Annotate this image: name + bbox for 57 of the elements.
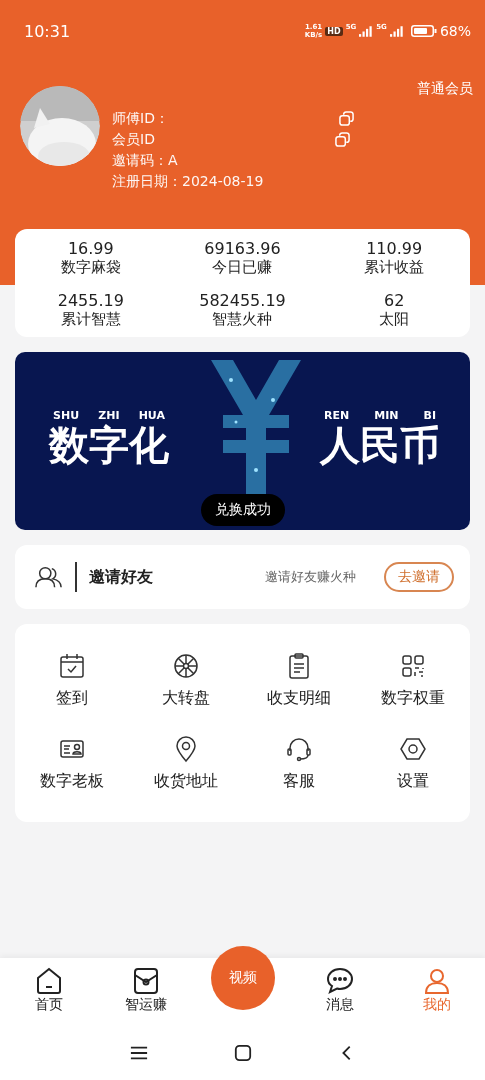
wheel-icon[interactable]: [171, 652, 200, 680]
profile-field: 邀请码：A: [112, 151, 178, 170]
copy-icon[interactable]: [334, 132, 350, 147]
invite-button[interactable]: 去邀请: [384, 562, 454, 592]
toast: 兑换成功: [200, 494, 285, 526]
home-button-icon[interactable]: [233, 1044, 252, 1062]
menu-label[interactable]: 数字老板: [39, 771, 104, 792]
menu-label[interactable]: 收货地址: [153, 771, 218, 792]
stat-label: 数字麻袋: [60, 258, 121, 277]
banner-title: 数字化: [49, 421, 169, 468]
invite-hint: 邀请好友赚火种: [265, 568, 356, 586]
profile-field: 注册日期：2024-08-19: [112, 172, 264, 191]
signal-icon: [389, 25, 404, 37]
stat-label: 今日已赚: [212, 258, 273, 277]
status-time: 10:31: [24, 21, 71, 41]
menu-label[interactable]: 收支明细: [267, 688, 332, 709]
hd-badge: HD: [325, 26, 343, 36]
chat-icon[interactable]: [324, 966, 355, 996]
banner-title: 人民币: [320, 421, 440, 468]
stat-label: 累计收益: [364, 258, 425, 277]
pinyin-text: MIN: [374, 408, 399, 422]
stat-value: 582455.19: [199, 291, 286, 310]
headset-icon[interactable]: [285, 735, 314, 763]
copy-icon[interactable]: [338, 111, 354, 126]
stat-label: 太阳: [379, 310, 410, 329]
stat-value: 110.99: [366, 239, 423, 258]
stat-value: 2455.19: [57, 291, 124, 310]
stat-label: 智慧火种: [212, 310, 273, 329]
stat-value: 62: [384, 291, 405, 310]
signal-icon: [359, 25, 374, 37]
tab-label[interactable]: 首页: [34, 996, 63, 1014]
hexagon-icon[interactable]: [399, 735, 428, 763]
battery-percent: 68%: [439, 23, 471, 39]
people-icon: [35, 565, 63, 589]
invite-title: 邀请好友: [89, 566, 153, 588]
pinyin-text: ZHI: [98, 408, 120, 422]
calendar-icon[interactable]: [57, 652, 86, 680]
menu-icon[interactable]: [129, 1044, 148, 1062]
pinyin-text: REN: [324, 408, 350, 422]
tab-label[interactable]: 智运赚: [124, 996, 167, 1014]
stat-label: 累计智慧: [60, 310, 121, 329]
menu-label[interactable]: 大转盘: [161, 688, 210, 709]
menu-label[interactable]: 签到: [55, 688, 88, 709]
tab-label[interactable]: 消息: [325, 996, 354, 1014]
menu-label[interactable]: 客服: [283, 771, 316, 792]
pinyin-text: BI: [423, 408, 436, 422]
pinyin-text: HUA: [138, 408, 165, 422]
battery-icon: [410, 25, 437, 37]
profile-field: 会员ID: [112, 130, 155, 149]
stat-value: 69163.96: [204, 239, 281, 258]
pinyin-text: SHU: [53, 408, 80, 422]
profile-field: 师傅ID：: [112, 109, 169, 128]
banner[interactable]: SHU ZHI HUA 数字化 REN MIN BI 人民币 兑换成功: [15, 352, 470, 530]
menu-label[interactable]: 数字权重: [381, 688, 446, 709]
member-level: 普通会员: [417, 80, 473, 98]
menu-label[interactable]: 设置: [397, 771, 430, 792]
stat-value: 16.99: [67, 239, 114, 258]
